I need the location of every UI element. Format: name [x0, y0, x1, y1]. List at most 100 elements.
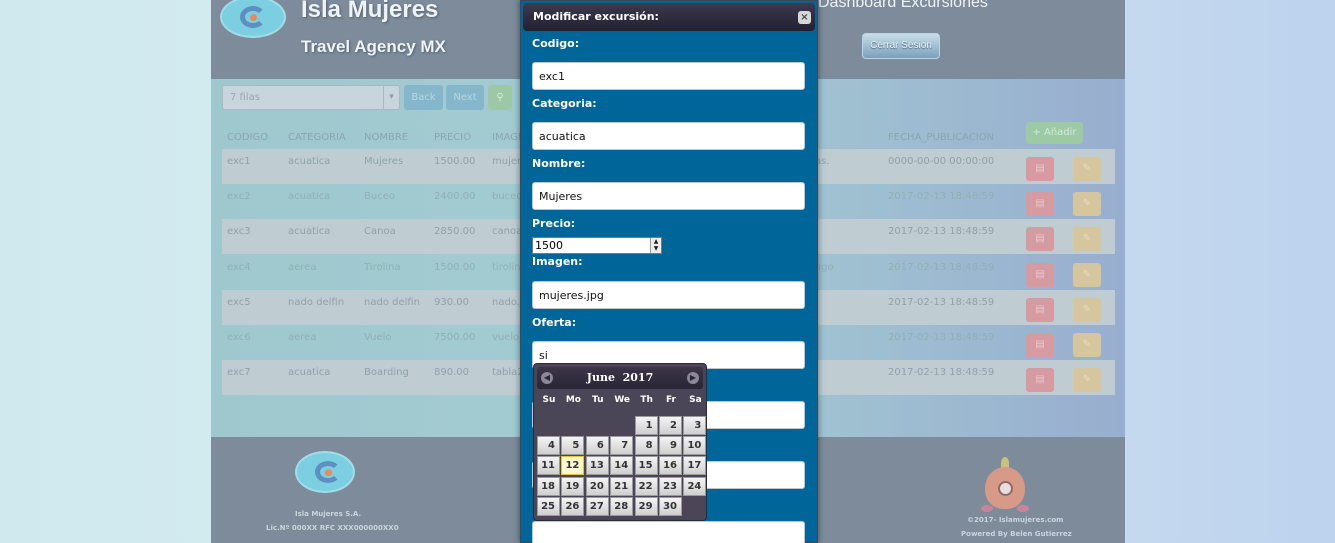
calendar-day[interactable]: 13	[585, 456, 609, 476]
calendar-day[interactable]: 7	[610, 436, 634, 456]
add-button[interactable]: + Añadir	[1026, 122, 1083, 144]
calendar-day[interactable]: 2	[659, 416, 682, 435]
trash-icon: ▤	[1035, 303, 1045, 315]
calendar-day[interactable]: 20	[585, 476, 609, 496]
cell-imagen: canoa	[492, 226, 523, 238]
calendar-day[interactable]: 29	[634, 496, 658, 516]
cell-nombre: Boarding	[364, 367, 409, 379]
next-button[interactable]: Next	[446, 85, 484, 110]
calendar-day[interactable]: 26	[561, 496, 585, 516]
delete-button[interactable]: ▤	[1026, 262, 1054, 287]
chevron-right-icon[interactable]: ▶	[687, 372, 699, 384]
delete-button[interactable]: ▤	[1026, 297, 1054, 322]
codigo-field[interactable]	[532, 62, 805, 90]
calendar-day[interactable]: 23	[659, 476, 682, 496]
trash-icon: ▤	[1035, 233, 1045, 245]
calendar-day[interactable]: 19	[561, 476, 585, 496]
cell-codigo: exc2	[227, 191, 251, 203]
edit-button[interactable]: ✎	[1073, 192, 1101, 217]
cell-nombre: Canoa	[364, 226, 396, 238]
trash-icon: ▤	[1035, 268, 1045, 280]
calendar-day[interactable]: 30	[659, 496, 682, 516]
cell-codigo: exc6	[227, 332, 251, 343]
calendar-day[interactable]: 9	[659, 436, 682, 456]
delete-button[interactable]: ▤	[1026, 368, 1054, 393]
calendar-day[interactable]: 6	[585, 436, 609, 456]
cell-codigo: exc7	[227, 367, 251, 379]
calendar-day[interactable]: 27	[585, 496, 609, 516]
calendar-day[interactable]: 21	[610, 476, 634, 496]
cell-fecha: 0000-00-00 00:00:00	[888, 156, 995, 167]
cell-precio: 1500.00	[434, 261, 476, 273]
delete-button[interactable]: ▤	[1026, 192, 1054, 217]
categoria-field[interactable]	[532, 122, 805, 150]
datepicker: ◀ June 2017 ▶ Su Mo Tu We Th Fr Sa 1 2 3 4 5 6 7 8 9 10 1…	[533, 363, 707, 521]
precio-stepper[interactable]: 1500 ▲ ▼	[532, 237, 662, 254]
column-header-codigo: CODIGO	[227, 132, 269, 143]
cell-codigo: exc1	[227, 156, 251, 167]
stepper-arrows[interactable]: ▲ ▼	[650, 238, 661, 253]
delete-button[interactable]: ▤	[1026, 227, 1054, 252]
edit-button[interactable]: ✎	[1073, 297, 1101, 322]
cell-fecha: 2017-02-13 18:48:59	[888, 367, 995, 379]
cell-imagen: vuelo	[492, 332, 520, 343]
calendar-day[interactable]: 18	[537, 476, 560, 496]
pencil-icon: ✎	[1082, 233, 1092, 245]
trash-icon: ▤	[1035, 374, 1045, 386]
calendar-day[interactable]: 1	[634, 416, 658, 435]
dialog-titlebar: Modificar excursión: ×	[523, 3, 815, 31]
column-header-nombre: NOMBRE	[364, 132, 409, 143]
footer-company: Isla Mujeres S.A.	[295, 510, 362, 518]
calendar-day[interactable]: 16	[659, 456, 682, 476]
calendar-day[interactable]: 28	[610, 496, 634, 516]
edit-button[interactable]: ✎	[1073, 157, 1101, 181]
imagen-field[interactable]	[532, 281, 805, 309]
cell-categoria: acuatica	[288, 191, 331, 203]
calendar-day[interactable]: 14	[610, 456, 634, 476]
calendar-day[interactable]: 8	[634, 436, 658, 456]
cell-fecha: 2017-02-13 18:48:59	[888, 261, 995, 273]
calendar-day-today[interactable]: 12	[561, 456, 585, 476]
arrow-up-icon[interactable]: ▲	[651, 238, 661, 245]
cell-nombre: nado delfin	[364, 296, 421, 308]
nombre-field[interactable]	[532, 182, 805, 210]
pencil-icon: ✎	[1082, 198, 1092, 210]
delete-button[interactable]: ▤	[1026, 157, 1054, 181]
footer-license: Lic.Nº 000XX RFC XXX000000XX0	[266, 524, 399, 532]
brand-subtitle: Travel Agency MX	[301, 37, 446, 56]
arrow-down-icon[interactable]: ▼	[651, 245, 661, 252]
calendar-day[interactable]: 15	[634, 456, 658, 476]
cell-nombre: Tirolina	[364, 261, 401, 273]
cell-nombre: Vuelo	[364, 332, 392, 343]
cell-precio: 2400.00	[434, 191, 476, 203]
delete-button[interactable]: ▤	[1026, 333, 1054, 357]
nombre-label: Nombre:	[532, 157, 586, 170]
rows-per-page-select[interactable]: 7 filas ▾	[222, 85, 400, 110]
cell-codigo: exc4	[227, 261, 251, 273]
cell-codigo: exc3	[227, 226, 251, 238]
calendar-day[interactable]: 22	[634, 476, 658, 496]
calendar-day[interactable]: 11	[537, 456, 560, 476]
cell-imagen: tabla2	[492, 367, 524, 379]
extra-field-2[interactable]	[532, 521, 805, 543]
back-button[interactable]: Back	[404, 85, 443, 110]
calendar-day[interactable]: 24	[683, 476, 707, 496]
cell-categoria: aerea	[288, 332, 317, 343]
search-button[interactable]: ⚲	[488, 85, 512, 110]
calendar-day[interactable]: 17	[683, 456, 707, 476]
calendar-day[interactable]: 4	[537, 436, 560, 456]
edit-button[interactable]: ✎	[1073, 227, 1101, 252]
trash-icon: ▤	[1035, 339, 1045, 350]
calendar-day[interactable]: 5	[561, 436, 585, 456]
edit-button[interactable]: ✎	[1073, 368, 1101, 393]
close-icon[interactable]: ×	[798, 11, 811, 24]
calendar-day[interactable]: 10	[683, 436, 707, 456]
cell-codigo: exc5	[227, 296, 251, 308]
cell-categoria: acuatica	[288, 367, 331, 379]
weekday-header: Sa	[689, 395, 702, 405]
calendar-day[interactable]: 25	[537, 496, 560, 516]
edit-button[interactable]: ✎	[1073, 333, 1101, 357]
calendar-day[interactable]: 3	[683, 416, 707, 435]
edit-button[interactable]: ✎	[1073, 262, 1101, 287]
logout-button[interactable]: Cerrar Sesion	[862, 33, 940, 59]
